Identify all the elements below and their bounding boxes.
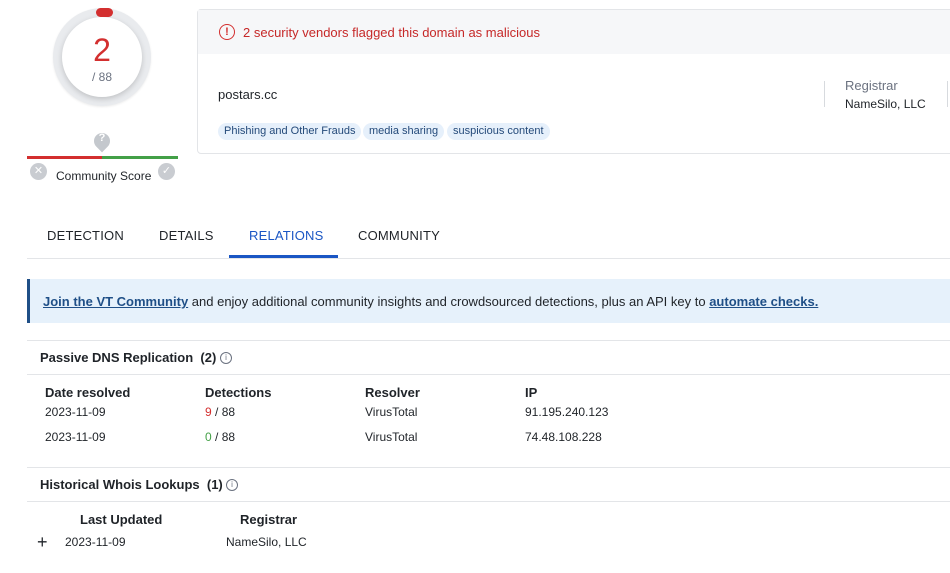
banner-message: and enjoy additional community insights … bbox=[188, 294, 710, 309]
community-score-bar-negative bbox=[27, 156, 102, 159]
vote-harmless-button[interactable]: ✓ bbox=[158, 163, 175, 180]
tag-phishing[interactable]: Phishing and Other Frauds bbox=[218, 123, 362, 140]
section-divider bbox=[27, 501, 950, 502]
passive-dns-title: Passive DNS Replication (2) bbox=[40, 350, 217, 365]
section-divider bbox=[27, 374, 950, 375]
section-divider bbox=[27, 340, 950, 341]
dns-row-detections: 0 / 88 bbox=[205, 430, 236, 444]
registrar-value: NameSilo, LLC bbox=[845, 97, 926, 111]
dns-row-resolver: VirusTotal bbox=[365, 430, 418, 444]
gauge-marker bbox=[96, 8, 113, 17]
dns-row-date: 2023-11-09 bbox=[45, 405, 106, 419]
column-header-last-updated: Last Updated bbox=[80, 512, 163, 527]
expand-icon[interactable]: + bbox=[37, 533, 48, 551]
tab-community[interactable]: COMMUNITY bbox=[358, 228, 440, 243]
automate-checks-link[interactable]: automate checks. bbox=[709, 294, 818, 309]
registrar-label: Registrar bbox=[845, 78, 898, 93]
community-score-bar-positive bbox=[102, 156, 178, 159]
whois-row-updated: 2023-11-09 bbox=[65, 535, 126, 549]
divider bbox=[947, 81, 948, 107]
tab-relations[interactable]: RELATIONS bbox=[249, 228, 324, 243]
column-header-registrar: Registrar bbox=[240, 512, 298, 527]
tab-detection[interactable]: DETECTION bbox=[47, 228, 124, 243]
alert-icon: ! bbox=[219, 24, 235, 40]
dns-row-ip-link[interactable]: 91.195.240.123 bbox=[525, 405, 608, 419]
community-score-label: Community Score bbox=[56, 169, 152, 183]
divider bbox=[824, 81, 825, 107]
column-header-detections: Detections bbox=[205, 385, 272, 400]
tab-details[interactable]: DETAILS bbox=[159, 228, 214, 243]
column-header-resolver: Resolver bbox=[365, 385, 420, 400]
info-icon[interactable]: i bbox=[226, 479, 238, 491]
column-header-ip: IP bbox=[525, 385, 538, 400]
tag-media-sharing[interactable]: media sharing bbox=[363, 123, 445, 140]
column-header-date-resolved: Date resolved bbox=[45, 385, 131, 400]
tag-suspicious-content[interactable]: suspicious content bbox=[447, 123, 550, 140]
dns-row-resolver: VirusTotal bbox=[365, 405, 418, 419]
section-divider bbox=[27, 467, 950, 468]
whois-title: Historical Whois Lookups (1) bbox=[40, 477, 223, 492]
domain-name: postars.cc bbox=[218, 87, 278, 102]
detection-total: / 88 bbox=[91, 70, 112, 84]
vote-harmful-button[interactable]: ✕ bbox=[30, 163, 47, 180]
detection-count: 2 bbox=[93, 32, 111, 68]
info-icon[interactable]: i bbox=[220, 352, 232, 364]
dns-row-detections: 9 / 88 bbox=[205, 405, 236, 419]
tabs-divider bbox=[27, 258, 950, 259]
dns-row-date: 2023-11-09 bbox=[45, 430, 106, 444]
whois-row-registrar: NameSilo, LLC bbox=[226, 535, 307, 549]
community-banner-text: Join the VT Community and enjoy addition… bbox=[43, 294, 818, 309]
help-icon: ? bbox=[98, 132, 106, 144]
alert-text: 2 security vendors flagged this domain a… bbox=[243, 25, 540, 40]
dns-row-ip-link[interactable]: 74.48.108.228 bbox=[525, 430, 602, 444]
join-community-link[interactable]: Join the VT Community bbox=[43, 294, 188, 309]
